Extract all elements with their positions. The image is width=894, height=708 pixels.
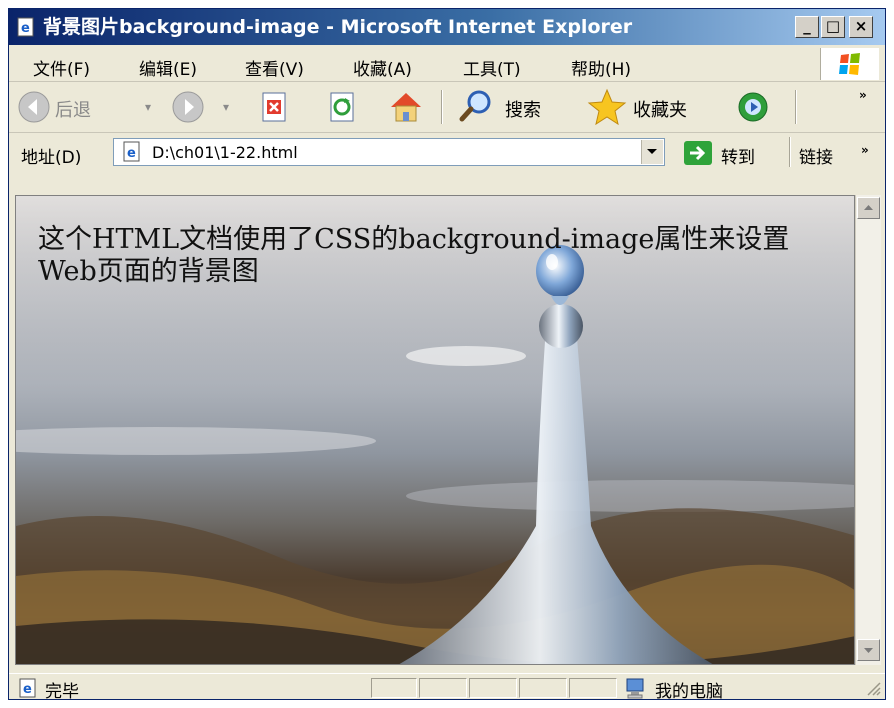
forward-arrow-icon[interactable]: [171, 90, 205, 124]
favorites-star-icon[interactable]: [587, 87, 627, 127]
go-arrow-icon[interactable]: [683, 140, 713, 166]
favorites-button-label[interactable]: 收藏夹: [633, 96, 687, 122]
links-more-chevron[interactable]: »: [861, 143, 869, 157]
menu-bar: 文件(F) 编辑(E) 查看(V) 收藏(A) 工具(T) 帮助(H): [9, 47, 885, 82]
address-separator: [789, 137, 791, 167]
window-title: 背景图片background-image - Microsoft Interne…: [43, 16, 633, 38]
menu-edit[interactable]: 编辑(E): [139, 55, 197, 80]
back-dropdown-icon[interactable]: ▾: [145, 100, 151, 114]
ie-status-icon: e: [19, 678, 36, 698]
address-label: 地址(D): [21, 148, 82, 168]
status-panel: [419, 678, 467, 698]
toolbar-more-chevron[interactable]: »: [859, 88, 867, 102]
svg-text:e: e: [21, 21, 30, 36]
stop-icon[interactable]: [257, 90, 291, 124]
scroll-down-button[interactable]: [857, 639, 880, 661]
status-panel: [371, 678, 417, 698]
resize-grip-icon[interactable]: [865, 680, 881, 696]
maximize-button[interactable]: □: [821, 16, 845, 38]
address-input[interactable]: e D:\ch01\1-22.html: [113, 138, 665, 166]
back-arrow-icon[interactable]: [17, 90, 51, 124]
svg-text:e: e: [23, 682, 32, 697]
refresh-icon[interactable]: [325, 90, 359, 124]
status-panel: [569, 678, 617, 698]
security-zone-text: 我的电脑: [655, 682, 723, 700]
menu-tools[interactable]: 工具(T): [463, 55, 521, 80]
address-dropdown-button[interactable]: [641, 140, 663, 164]
toolbar-separator: [795, 90, 797, 124]
scroll-down-arrow-icon: [864, 648, 873, 653]
windows-logo-icon: [820, 48, 879, 80]
page-content-area[interactable]: 这个HTML文档使用了CSS的background-image属性来设置Web页…: [15, 195, 855, 665]
browser-window: e 背景图片background-image - Microsoft Inter…: [8, 8, 886, 700]
vertical-scrollbar[interactable]: [855, 195, 881, 665]
address-bar: 地址(D) e D:\ch01\1-22.html 转到 链接 »: [9, 133, 885, 173]
scroll-up-button[interactable]: [857, 197, 880, 219]
scroll-up-arrow-icon: [864, 205, 873, 210]
standard-toolbar: 后退 ▾ ▾ 搜索 收藏夹 »: [9, 82, 885, 133]
menu-view[interactable]: 查看(V): [245, 55, 304, 80]
my-computer-icon: [626, 678, 644, 699]
menu-file[interactable]: 文件(F): [33, 55, 90, 80]
media-icon[interactable]: [735, 89, 771, 125]
toolbar-separator: [441, 90, 443, 124]
menu-help[interactable]: 帮助(H): [571, 55, 631, 80]
status-text: 完毕: [45, 682, 79, 700]
status-panel: [469, 678, 517, 698]
links-button[interactable]: 链接: [799, 143, 833, 168]
status-bar: e 完毕 我的电脑: [9, 673, 885, 700]
page-icon: e: [123, 141, 140, 162]
forward-dropdown-icon[interactable]: ▾: [223, 100, 229, 114]
ie-page-icon: e: [17, 17, 34, 37]
home-icon[interactable]: [387, 88, 425, 126]
search-icon[interactable]: [457, 88, 495, 126]
back-button-label[interactable]: 后退: [55, 96, 91, 122]
document-text: 这个HTML文档使用了CSS的background-image属性来设置Web页…: [38, 224, 790, 287]
menu-favorites[interactable]: 收藏(A): [353, 55, 412, 80]
address-url: D:\ch01\1-22.html: [152, 143, 298, 162]
status-panel: [519, 678, 567, 698]
close-button[interactable]: ×: [849, 16, 873, 38]
minimize-button[interactable]: _: [795, 16, 819, 38]
search-button-label[interactable]: 搜索: [505, 96, 541, 122]
svg-text:e: e: [127, 146, 136, 161]
go-button-label[interactable]: 转到: [721, 143, 755, 168]
title-bar[interactable]: e 背景图片background-image - Microsoft Inter…: [9, 9, 885, 45]
chevron-down-icon: [647, 149, 657, 154]
